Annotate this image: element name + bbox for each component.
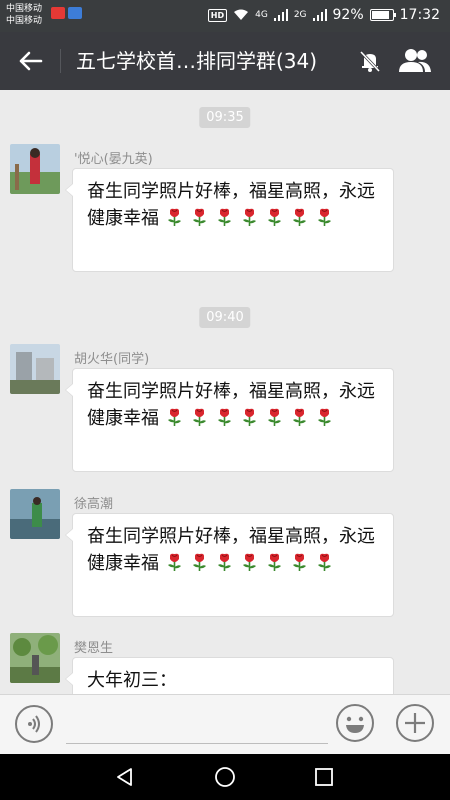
avatar[interactable] <box>10 144 60 194</box>
message-text: 大年初三： <box>87 670 177 691</box>
rose-emoji-icon <box>215 207 234 227</box>
app-notification-icon <box>51 7 65 19</box>
system-nav-bar <box>0 754 450 800</box>
message-bubble[interactable]: 奋生同学照片好棒，福星高照，永远健康幸福 <box>65 513 394 617</box>
battery-icon <box>369 9 396 21</box>
chat-title[interactable]: 五七学校首…排同学群(34) <box>76 47 341 75</box>
avatar[interactable] <box>10 344 60 394</box>
rose-emoji-icon <box>165 407 184 427</box>
nav-home-button[interactable] <box>214 766 236 788</box>
sender-name: 徐高潮 <box>74 497 114 512</box>
wifi-icon <box>234 9 249 20</box>
rose-emoji-icon <box>240 552 259 572</box>
rose-emoji-icon <box>190 207 209 227</box>
avatar[interactable] <box>10 489 60 539</box>
rose-emoji-icon <box>240 207 259 227</box>
app-notification-icon <box>68 7 82 19</box>
nav-recent-button[interactable] <box>314 767 334 787</box>
clock: 17:32 <box>399 7 440 23</box>
back-button[interactable] <box>14 45 48 77</box>
rose-emoji-icon <box>190 407 209 427</box>
rose-emoji-icon <box>190 552 209 572</box>
plus-icon <box>396 704 434 742</box>
more-button[interactable] <box>395 703 435 743</box>
group-icon <box>399 49 431 72</box>
timestamp: 09:40 <box>199 307 251 328</box>
rose-emoji-icon <box>265 407 284 427</box>
timestamp: 09:35 <box>199 107 251 128</box>
input-bar <box>0 694 450 754</box>
message-input[interactable] <box>66 707 328 744</box>
sender-name: '悦心(晏九英) <box>74 152 153 167</box>
mute-indicator <box>356 47 384 75</box>
emoji-button[interactable] <box>335 703 375 743</box>
message-bubble[interactable]: 奋生同学照片好棒，福星高照，永远健康幸福 <box>65 368 394 472</box>
voice-icon <box>28 715 40 733</box>
rose-emoji-icon <box>265 552 284 572</box>
sender-name: 胡火华(同学) <box>74 352 150 367</box>
rose-emoji-icon <box>240 407 259 427</box>
network-type-1: 4G <box>255 10 268 20</box>
chat-header: 五七学校首…排同学群(34) <box>0 32 450 90</box>
group-members-button[interactable] <box>396 45 434 77</box>
carrier-1: 中国移动 <box>6 4 43 14</box>
message-list[interactable]: 09:35 '悦心(晏九英) 奋生同学照片好棒，福星高照，永远健康幸福 09:4… <box>0 90 450 694</box>
signal-icon <box>273 9 288 21</box>
header-divider <box>60 49 61 73</box>
battery-percent: 92% <box>332 7 364 23</box>
rose-emoji-icon <box>315 552 334 572</box>
rose-emoji-icon <box>315 407 334 427</box>
triangle-back-icon <box>117 768 132 786</box>
sender-name: 樊恩生 <box>74 641 114 656</box>
circle-home-icon <box>215 767 235 787</box>
square-recent-icon <box>315 768 333 786</box>
rose-emoji-icon <box>290 207 309 227</box>
avatar[interactable] <box>10 633 60 683</box>
hd-icon: HD <box>207 8 228 22</box>
rose-emoji-icon <box>315 207 334 227</box>
message-bubble[interactable]: 大年初三： <box>65 657 394 694</box>
arrow-left-icon <box>19 51 43 71</box>
rose-emoji-icon <box>215 552 234 572</box>
network-type-2: 2G <box>293 10 307 20</box>
rose-emoji-icon <box>265 207 284 227</box>
rose-emoji-icon <box>165 552 184 572</box>
status-right: HD 4G 2G 92% 17:32 <box>207 7 440 23</box>
voice-button[interactable] <box>15 705 53 743</box>
rose-emoji-icon <box>290 552 309 572</box>
bell-off-icon <box>359 50 381 73</box>
signal-icon <box>312 9 327 21</box>
carrier-2: 中国移动 <box>6 16 43 26</box>
nav-back-button[interactable] <box>114 766 136 788</box>
rose-emoji-icon <box>290 407 309 427</box>
rose-emoji-icon <box>165 207 184 227</box>
emoji-icon <box>336 704 374 742</box>
message-bubble[interactable]: 奋生同学照片好棒，福星高照，永远健康幸福 <box>65 168 394 272</box>
status-bar: 中国移动 中国移动 HD 4G 2G 92% 17:32 <box>0 0 450 32</box>
carrier-labels: 中国移动 中国移动 <box>6 3 42 27</box>
rose-emoji-icon <box>215 407 234 427</box>
notification-icons <box>51 7 82 19</box>
battery-level <box>371 11 389 19</box>
